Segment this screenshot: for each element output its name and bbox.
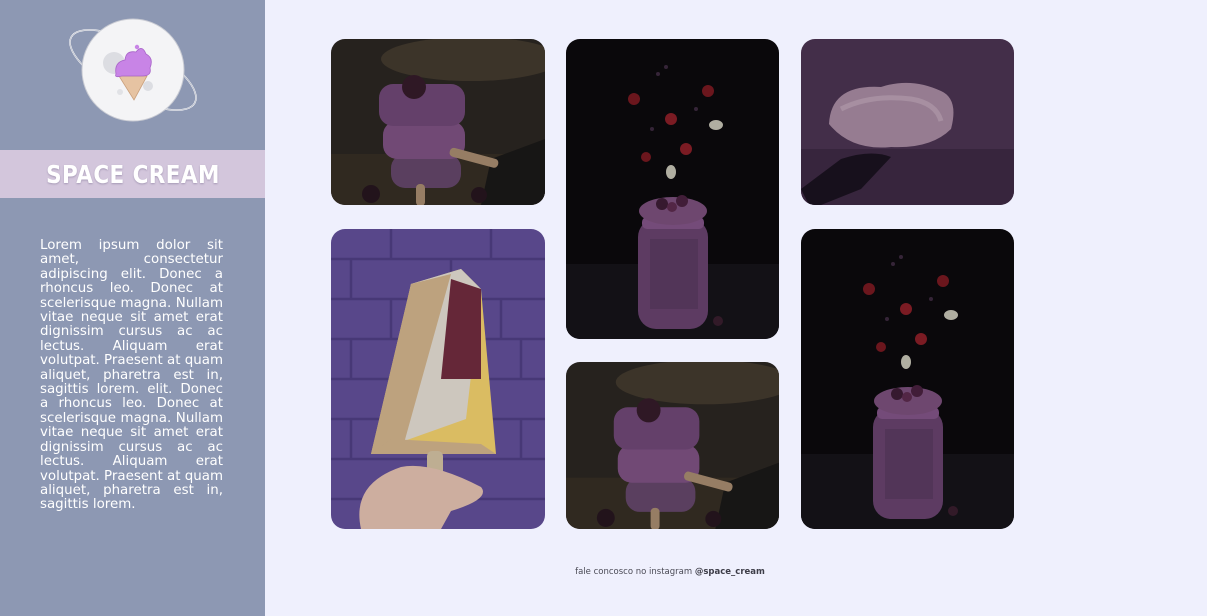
smoothie-jar-with-berries-photo[interactable] <box>566 39 779 339</box>
sidebar-description: Lorem ipsum dolor sit amet, consectetur … <box>40 238 223 513</box>
brand-title: SPACE CREAM <box>45 159 220 189</box>
stacked-popsicles-photo[interactable] <box>331 39 545 205</box>
nut-popsicle-in-hand-photo[interactable] <box>331 229 545 529</box>
instagram-handle-link[interactable]: @space_cream <box>695 567 765 577</box>
sidebar: SPACE CREAM Lorem ipsum dolor sit amet, … <box>0 0 265 616</box>
footer-contact: fale concosco no instagram @space_cream <box>520 567 820 577</box>
footer-text: fale concosco no instagram <box>575 567 693 577</box>
brand-banner: SPACE CREAM <box>0 150 265 198</box>
ice-cream-planet-icon[interactable] <box>62 14 204 126</box>
stacked-popsicles-photo[interactable] <box>566 362 779 529</box>
smoothie-jar-with-berries-photo[interactable] <box>801 229 1014 529</box>
ice-cream-scoop-photo[interactable] <box>801 39 1014 205</box>
